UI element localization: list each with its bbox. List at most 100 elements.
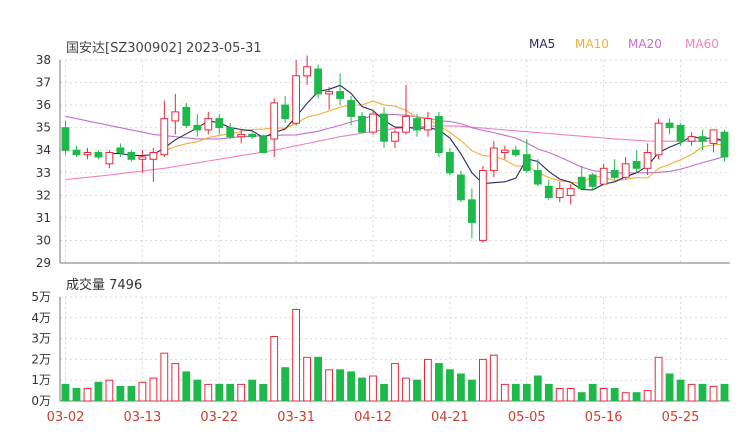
- candle-body: [544, 185, 553, 199]
- volume-bar: [479, 358, 487, 402]
- price-y-tick-label: 38: [36, 53, 51, 67]
- candle-body: [566, 188, 575, 196]
- candle-body: [479, 170, 487, 241]
- candle: [182, 102, 191, 128]
- candle: [248, 132, 257, 139]
- volume-bar: [270, 336, 279, 402]
- volume-bar: [457, 373, 465, 402]
- volume-bar: [193, 379, 202, 402]
- candle-body: [413, 118, 421, 131]
- candle-body: [457, 174, 465, 201]
- volume-bar: [61, 383, 70, 402]
- candle: [281, 96, 290, 124]
- volume-bar: [303, 356, 312, 402]
- candle: [676, 123, 685, 146]
- candle-body: [215, 118, 224, 129]
- price-y-tick-label: 30: [36, 233, 51, 247]
- candle: [127, 150, 136, 162]
- volume-bar: [380, 383, 388, 402]
- volume-y-tick-label: 1万: [31, 373, 51, 387]
- candle-body: [314, 68, 323, 95]
- candle-body: [171, 111, 180, 122]
- candle-body: [83, 152, 92, 156]
- volume-bar: [566, 388, 575, 402]
- candle-body: [138, 156, 147, 160]
- volume-bar: [533, 375, 542, 402]
- candle: [643, 143, 652, 176]
- candle-body: [182, 106, 191, 126]
- candle-body: [336, 91, 345, 99]
- x-tick-label: 03-02: [47, 410, 85, 425]
- candle: [610, 159, 619, 180]
- stock-chart: 38 37 36 35 34 33 32 31 30 29 5万 4万 3万 2万 1万 0万 03-02 03-…: [31, 53, 730, 425]
- candle-body: [446, 152, 454, 174]
- candle: [83, 147, 92, 160]
- candle: [424, 111, 432, 137]
- volume-bar: [72, 388, 81, 402]
- candle-body: [555, 188, 564, 199]
- volume-bar: [676, 379, 685, 402]
- volume-y-tick-label: 2万: [31, 352, 51, 366]
- volume-bar: [632, 392, 641, 402]
- volume-bar: [687, 383, 696, 402]
- candle-body: [632, 161, 641, 169]
- volume-bar: [149, 377, 158, 402]
- candle-body: [292, 75, 301, 124]
- candle-body: [270, 102, 279, 140]
- candle: [544, 179, 553, 200]
- volume-bar: [709, 385, 718, 402]
- candle: [720, 129, 729, 162]
- candle-body: [588, 174, 597, 187]
- candle-body: [94, 152, 103, 158]
- volume-bar: [281, 367, 290, 402]
- candle: [105, 150, 114, 169]
- candle-body: [105, 152, 114, 165]
- candle-body: [325, 91, 334, 95]
- volume-bar: [555, 388, 564, 402]
- volume-bar: [215, 383, 224, 402]
- candle-body: [665, 122, 674, 129]
- candle: [621, 156, 630, 180]
- candle-body: [402, 115, 410, 133]
- candle: [171, 93, 180, 135]
- candle-body: [127, 152, 136, 160]
- volume-bar: [643, 390, 652, 402]
- volume-bar: [83, 388, 92, 402]
- candle-body: [489, 147, 498, 172]
- candle: [709, 129, 718, 153]
- candle-body: [698, 136, 707, 142]
- candle-body: [358, 115, 366, 133]
- volume-bar: [621, 392, 630, 402]
- volume-bar: [127, 385, 136, 402]
- candle: [500, 145, 509, 160]
- candle: [632, 150, 641, 173]
- volume-bar: [588, 383, 597, 402]
- candle: [292, 60, 301, 126]
- candle-body: [391, 131, 399, 142]
- price-y-tick-label: 37: [36, 76, 51, 90]
- candle: [665, 118, 674, 135]
- candle-body: [511, 149, 520, 156]
- candle-body: [577, 176, 586, 190]
- x-tick-label: 03-22: [200, 410, 238, 425]
- volume-bar: [654, 356, 663, 402]
- volume-bar: [435, 363, 443, 402]
- candle: [698, 129, 707, 151]
- volume-bar: [424, 358, 432, 402]
- candle: [270, 98, 279, 157]
- candle-body: [709, 129, 718, 144]
- candle-body: [226, 127, 235, 138]
- candle-body: [435, 115, 443, 153]
- candle: [599, 163, 608, 185]
- volume-bar: [314, 356, 323, 402]
- volume-bar: [292, 309, 301, 402]
- volume-bar: [116, 385, 125, 402]
- candle-body: [204, 118, 213, 131]
- volume-bar: [511, 383, 520, 402]
- candle-body: [500, 149, 509, 153]
- x-tick-label: 05-25: [662, 410, 700, 425]
- volume-bar: [259, 383, 268, 402]
- volume-bar: [402, 377, 410, 402]
- candle: [116, 143, 125, 157]
- candle-body: [303, 66, 312, 77]
